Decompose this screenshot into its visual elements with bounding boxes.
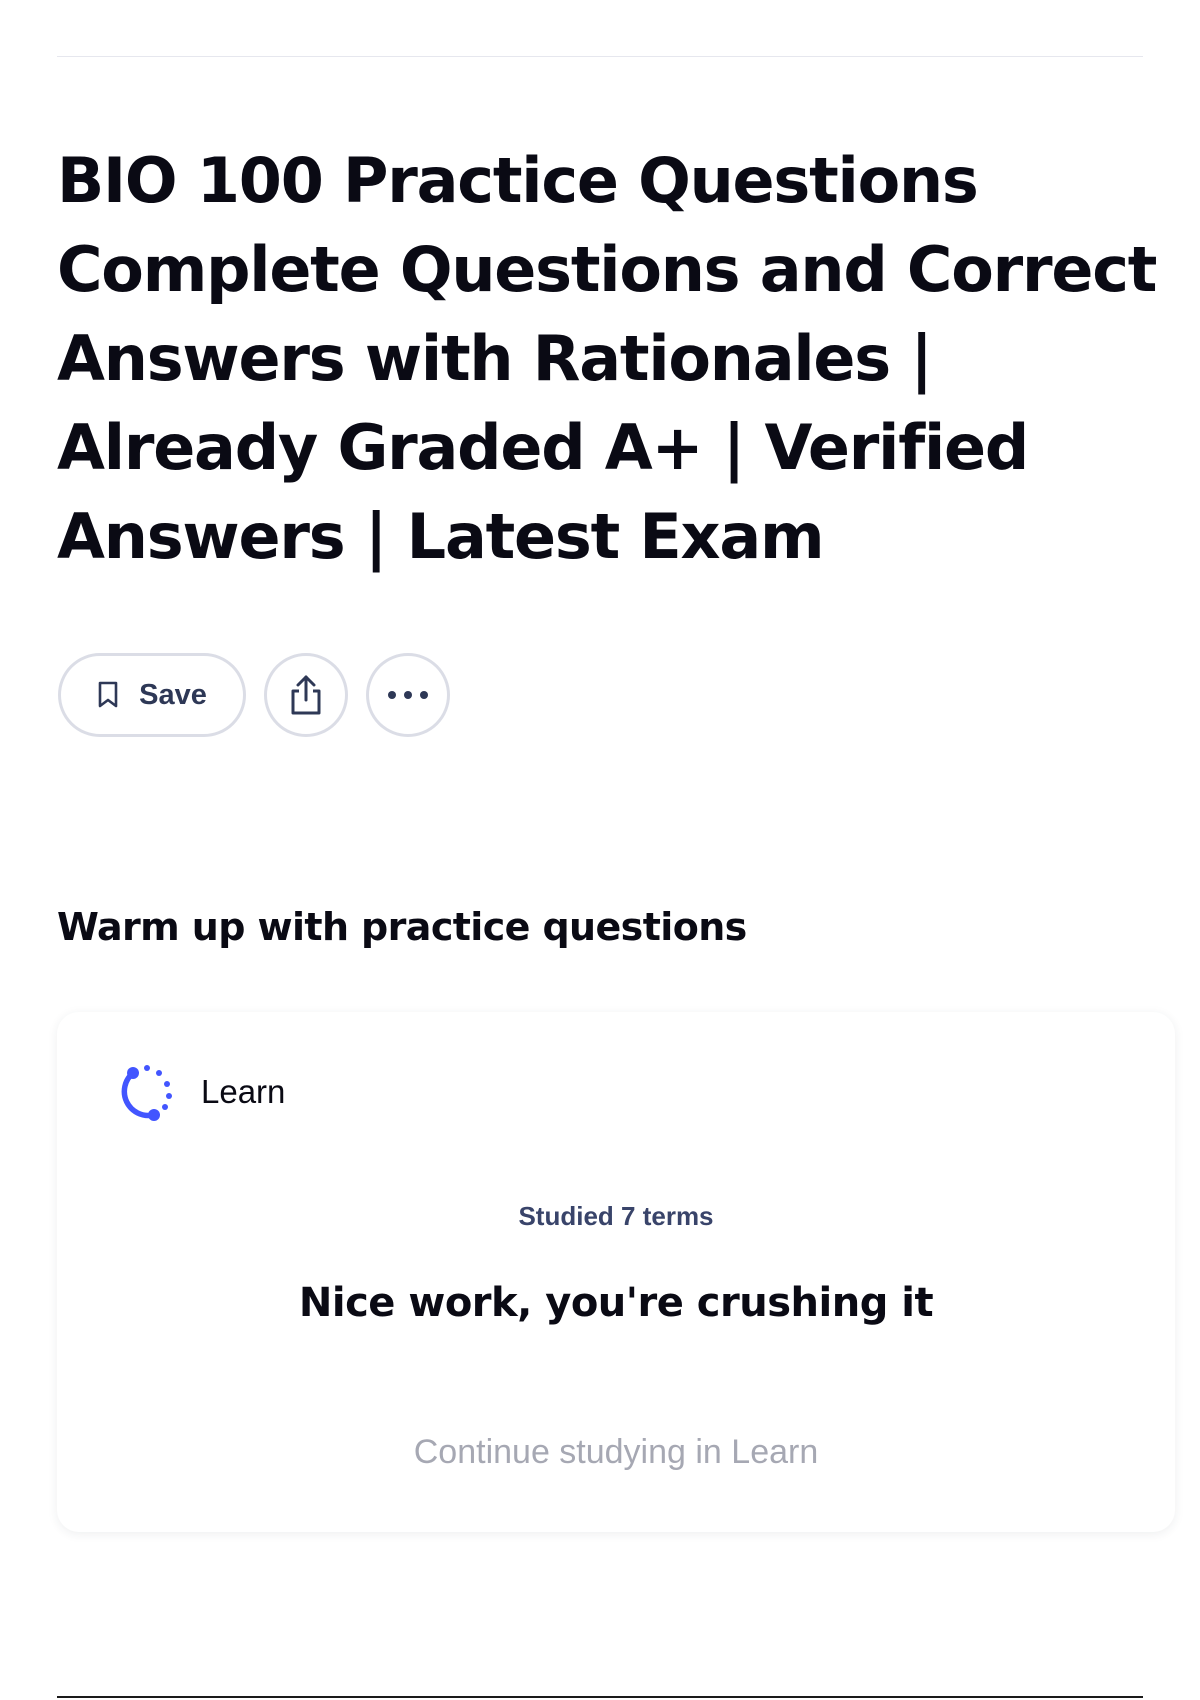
- share-button[interactable]: [264, 653, 348, 737]
- page-title: BIO 100 Practice Questions Complete Ques…: [57, 144, 1157, 573]
- learn-label: Learn: [201, 1073, 286, 1110]
- save-button[interactable]: Save: [58, 653, 246, 737]
- more-options-icon: [387, 690, 429, 700]
- bottom-divider: [57, 1696, 1143, 1698]
- share-icon: [287, 674, 325, 716]
- continue-learn-link[interactable]: Continue studying in Learn: [57, 1433, 1175, 1472]
- learn-card[interactable]: Learn Studied 7 terms Nice work, you're …: [57, 1012, 1175, 1532]
- bookmark-icon: [97, 681, 119, 709]
- encouragement-message: Nice work, you're crushing it: [298, 1280, 934, 1326]
- learn-progress-icon: [113, 1060, 177, 1124]
- practice-heading: Warm up with practice questions: [57, 905, 747, 949]
- studied-terms-count: Studied 7 terms: [518, 1201, 714, 1231]
- top-divider: [57, 56, 1143, 57]
- action-bar: Save: [58, 651, 450, 739]
- more-options-button[interactable]: [366, 653, 450, 737]
- save-label: Save: [139, 678, 207, 711]
- learn-card-header: Learn: [113, 1060, 285, 1124]
